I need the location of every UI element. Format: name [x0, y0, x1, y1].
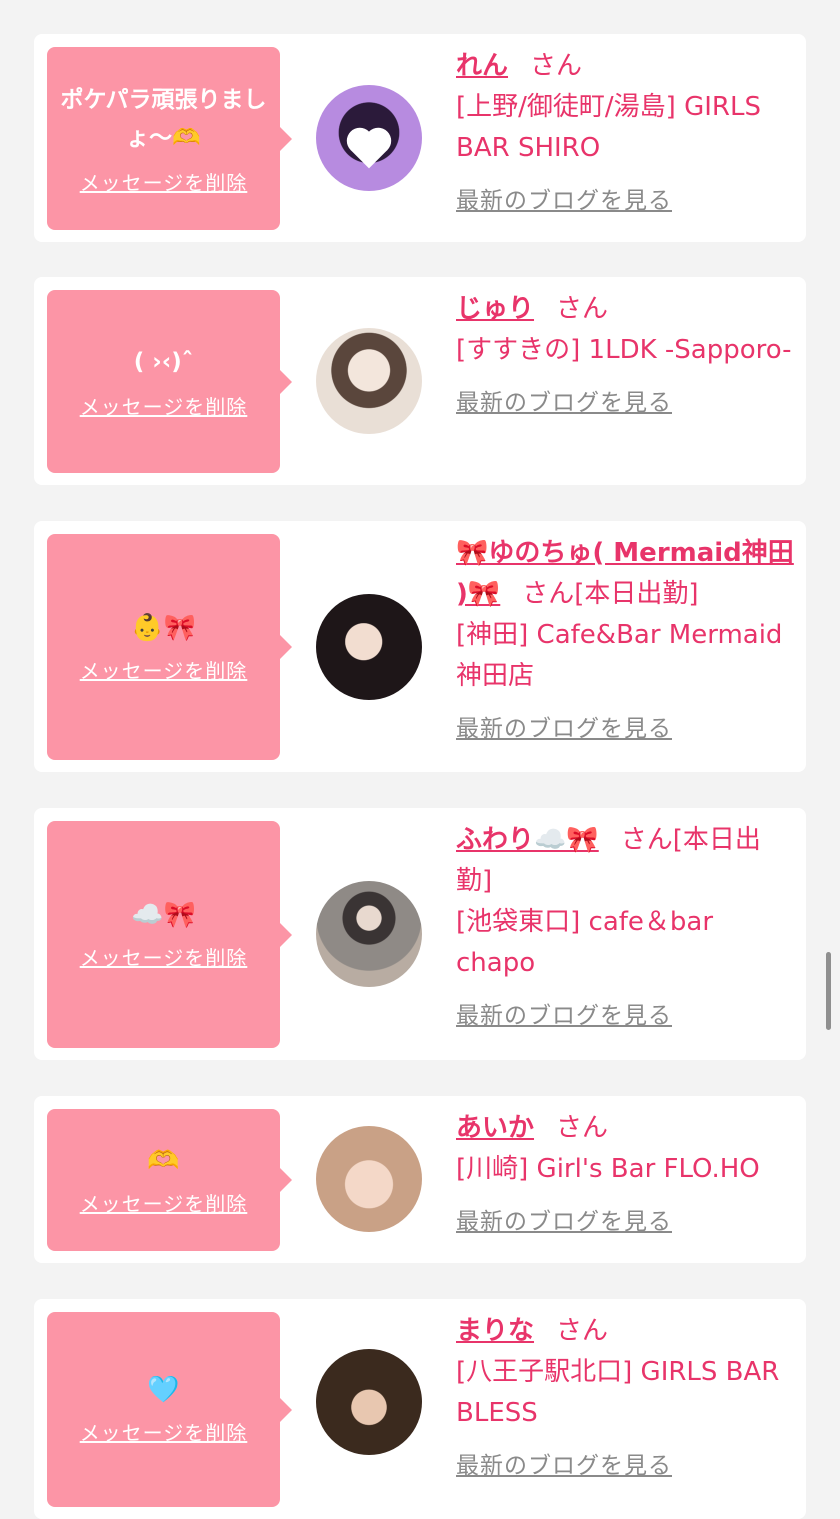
shop-name: [すすきの] 1LDK -Sapporo- [456, 335, 792, 365]
message-card: ( ›‹)ˆ メッセージを削除 じゅり さん [すすきの] 1LDK -Sappo… [34, 277, 806, 485]
shop-name: [川崎] Girl's Bar FLO.HO [456, 1154, 760, 1184]
name-line: れん さん [456, 46, 794, 87]
honorific: さん [556, 1113, 609, 1143]
avatar[interactable] [316, 328, 422, 434]
message-bubble: ポケパラ頑張りましょ〜🫶 メッセージを削除 [47, 47, 292, 230]
message-bubble: ( ›‹)ˆ メッセージを削除 [47, 290, 292, 473]
latest-blog-link[interactable]: 最新のブログを見る [456, 1202, 672, 1236]
avatar[interactable] [316, 1126, 422, 1232]
message-card: 👶🎀 メッセージを削除 🎀ゆのちゅ( Mermaid神田 )🎀 さん[本日出勤] … [34, 521, 806, 772]
delete-message-link[interactable]: メッセージを削除 [80, 655, 248, 684]
name-line: まりな さん [456, 1311, 794, 1352]
latest-blog-link[interactable]: 最新のブログを見る [456, 996, 672, 1030]
avatar[interactable] [316, 594, 422, 700]
shop-name: [上野/御徒町/湯島] GIRLS BAR SHIRO [456, 92, 761, 163]
honorific: さん [620, 825, 673, 855]
shop-name: [神田] Cafe&Bar Mermaid 神田店 [456, 620, 783, 691]
cast-name-link[interactable]: あいか [456, 1113, 534, 1143]
delete-message-link[interactable]: メッセージを削除 [80, 391, 248, 420]
message-bubble: 👶🎀 メッセージを削除 [47, 534, 292, 760]
message-text: ☁️🎀 [131, 900, 196, 930]
message-bubble: 🫶 メッセージを削除 [47, 1109, 292, 1251]
heart-icon [350, 131, 388, 169]
cast-name-link[interactable]: ふわり☁️🎀 [456, 825, 599, 855]
latest-blog-link[interactable]: 最新のブログを見る [456, 181, 672, 215]
honorific: さん [556, 1316, 609, 1346]
message-card: ☁️🎀 メッセージを削除 ふわり☁️🎀 さん[本日出勤] [池袋東口] cafe＆… [34, 808, 806, 1060]
avatar[interactable] [316, 85, 422, 191]
message-card: 🫶 メッセージを削除 あいか さん [川崎] Girl's Bar FLO.HO … [34, 1096, 806, 1263]
honorific: さん [556, 294, 609, 324]
message-card: ポケパラ頑張りましょ〜🫶 メッセージを削除 れん さん [上野/御徒町/湯島] G… [34, 34, 806, 242]
delete-message-link[interactable]: メッセージを削除 [80, 167, 248, 196]
avatar[interactable] [316, 881, 422, 987]
latest-blog-link[interactable]: 最新のブログを見る [456, 709, 672, 743]
honorific: さん [530, 51, 583, 81]
latest-blog-link[interactable]: 最新のブログを見る [456, 1446, 672, 1480]
latest-blog-link[interactable]: 最新のブログを見る [456, 383, 672, 417]
message-bubble: ☁️🎀 メッセージを削除 [47, 821, 292, 1048]
delete-message-link[interactable]: メッセージを削除 [80, 942, 248, 971]
message-text: 🩵 [147, 1375, 180, 1405]
message-text: ポケパラ頑張りましょ〜🫶 [60, 87, 267, 151]
message-text: 👶🎀 [131, 612, 196, 643]
honorific: さん [522, 579, 575, 609]
avatar[interactable] [316, 1349, 422, 1455]
cast-name-link[interactable]: れん [456, 51, 508, 81]
message-text: 🫶 [147, 1145, 180, 1176]
delete-message-link[interactable]: メッセージを削除 [80, 1188, 248, 1217]
message-card: 🩵 メッセージを削除 まりな さん [八王子駅北口] GIRLS BAR BLES… [34, 1299, 806, 1519]
work-status: [本日出勤] [574, 579, 699, 609]
scrollbar[interactable] [826, 952, 831, 1030]
message-text: ( ›‹)ˆ [133, 349, 194, 375]
message-bubble: 🩵 メッセージを削除 [47, 1312, 292, 1507]
delete-message-link[interactable]: メッセージを削除 [80, 1417, 248, 1446]
cast-name-link[interactable]: じゅり [456, 294, 534, 324]
name-line: あいか さん [456, 1108, 794, 1149]
name-line: じゅり さん [456, 289, 794, 330]
shop-name: [八王子駅北口] GIRLS BAR BLESS [456, 1357, 780, 1428]
name-line: ふわり☁️🎀 さん[本日出勤] [456, 820, 794, 902]
shop-name: [池袋東口] cafe＆bar chapo [456, 907, 714, 978]
name-line: 🎀ゆのちゅ( Mermaid神田 )🎀 さん[本日出勤] [456, 533, 794, 615]
cast-name-link[interactable]: まりな [456, 1316, 534, 1346]
